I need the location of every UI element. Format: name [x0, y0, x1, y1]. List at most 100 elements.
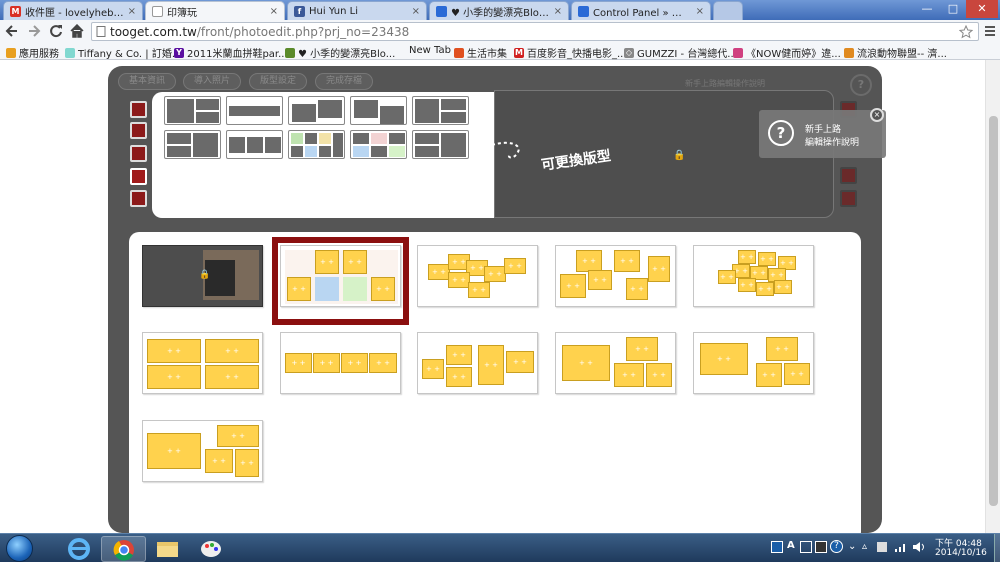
layout-card[interactable] — [417, 332, 538, 394]
tab-close-icon[interactable]: × — [412, 6, 420, 17]
layout-type-grid[interactable] — [130, 168, 147, 185]
layout-type-double[interactable] — [130, 122, 147, 139]
new-tab-button[interactable] — [713, 1, 743, 20]
template-thumb[interactable] — [226, 130, 283, 159]
blog-icon — [578, 5, 589, 17]
template-thumb[interactable] — [288, 130, 345, 159]
bookmark-baidu[interactable]: M 百度影音_快播电影_... — [514, 45, 627, 60]
tab-close-icon[interactable]: × — [128, 6, 136, 17]
tab-active[interactable]: 印簿玩 × — [145, 1, 285, 20]
tooltip-close-icon[interactable]: × — [870, 108, 884, 122]
help-hint-text: 新手上路編輯操作說明 — [685, 79, 765, 88]
template-thumb[interactable] — [350, 96, 407, 125]
layout-card[interactable] — [555, 332, 676, 394]
layout-card[interactable] — [693, 332, 814, 394]
save-complete-button[interactable]: 完成存檔 — [315, 73, 373, 90]
help-question-icon[interactable]: ? — [850, 74, 872, 96]
apps-icon — [6, 47, 16, 58]
explorer-icon[interactable] — [145, 536, 190, 562]
clock-date[interactable]: 2014/10/16 — [935, 548, 987, 558]
basic-info-button[interactable]: 基本資訊 — [118, 73, 176, 90]
start-button[interactable] — [3, 534, 35, 563]
tab-close-icon[interactable]: × — [270, 6, 278, 17]
vertical-scrollbar[interactable] — [985, 60, 1000, 533]
tooltip-subtitle[interactable]: 編輯操作說明 — [805, 135, 859, 148]
minimize-button[interactable]: — — [914, 0, 940, 18]
layout-card[interactable] — [142, 420, 263, 482]
bookmark-gumzzi[interactable]: ◇ GUMZZI - 台灣總代... — [624, 45, 737, 60]
tab-title: Hui Yun Li — [309, 5, 358, 17]
bookmark-animal[interactable]: 流浪動物聯盟-- 濟... — [844, 45, 947, 60]
network-icon[interactable] — [894, 541, 908, 553]
layout-card[interactable] — [555, 245, 676, 307]
tab-facebook[interactable]: f Hui Yun Li × — [287, 1, 427, 20]
layout-type-single[interactable] — [130, 101, 147, 118]
bookmark-market[interactable]: 生活市集 — [454, 45, 507, 60]
forward-arrow-icon[interactable] — [27, 24, 41, 38]
url-host: tooget.com.tw — [110, 24, 197, 39]
help-tooltip: ? 新手上路 編輯操作說明 × — [759, 108, 886, 158]
import-photos-button[interactable]: 導入照片 — [183, 73, 241, 90]
menu-icon[interactable] — [984, 25, 996, 37]
layout-type-triple[interactable] — [130, 145, 147, 162]
layout-settings-button[interactable]: 版型設定 — [249, 73, 307, 90]
page-info-icon[interactable] — [96, 26, 107, 37]
template-thumb[interactable] — [164, 96, 221, 125]
show-desktop-button[interactable] — [994, 534, 1000, 562]
show-hidden-icons[interactable]: ▵ — [862, 541, 867, 552]
volume-icon[interactable] — [912, 541, 926, 553]
tab-blog[interactable]: ♥ 小季的變漂亮Blog ♥ : × — [429, 1, 569, 20]
template-thumb[interactable] — [164, 130, 221, 159]
tab-control-panel[interactable]: Control Panel » 部落格 » × — [571, 1, 711, 20]
address-bar[interactable]: tooget.com.tw/front/photoedit.php?prj_no… — [91, 22, 979, 41]
home-icon[interactable] — [70, 24, 84, 38]
chevron-down-icon[interactable]: ⌄ — [848, 541, 856, 552]
ime-tool-icon[interactable] — [800, 541, 812, 553]
paint-icon[interactable] — [189, 536, 234, 562]
template-thumb[interactable] — [288, 96, 345, 125]
bookmark-apps[interactable]: 應用服務 — [6, 45, 59, 60]
bookmark-tiffany[interactable]: Tiffany & Co. | 訂婚... — [65, 45, 181, 60]
facebook-icon: f — [294, 5, 305, 17]
tab-gmail[interactable]: M 收件匣 - lovelyhebe0327 × — [3, 1, 143, 20]
dashed-arrow-icon — [491, 141, 520, 159]
language-icon[interactable] — [771, 541, 783, 553]
layout-type-multi[interactable] — [130, 190, 147, 207]
layout-card-photo[interactable]: 🔒 — [142, 245, 263, 307]
scrollbar-thumb[interactable] — [989, 116, 998, 506]
flag-icon[interactable] — [877, 542, 887, 552]
ie-icon[interactable] — [57, 536, 102, 562]
layout-card[interactable] — [280, 332, 401, 394]
bookmark-star-icon[interactable] — [959, 25, 973, 39]
help-icon[interactable]: ? — [830, 540, 843, 553]
browser-tab-strip: M 收件匣 - lovelyhebe0327 × 印簿玩 × f Hui Yun… — [0, 0, 1000, 20]
layout-type-multi[interactable] — [840, 190, 857, 207]
bookmark-milan[interactable]: Y 2011米蘭血拼鞋par... — [174, 45, 288, 60]
url-path: /front/photoedit.php?prj_no=23438 — [196, 24, 410, 39]
maximize-button[interactable]: □ — [940, 0, 966, 18]
template-thumb[interactable] — [412, 96, 469, 125]
layout-card[interactable] — [142, 332, 263, 394]
chrome-icon[interactable] — [101, 536, 146, 562]
layout-card[interactable] — [417, 245, 538, 307]
back-arrow-icon[interactable] — [5, 24, 19, 38]
bookmark-new-tab[interactable]: New Tab — [409, 45, 451, 56]
template-thumb[interactable] — [226, 96, 283, 125]
bookmark-now[interactable]: 《NOW健而婷》違... — [733, 45, 841, 60]
windows-taskbar: A ? ⌄ ▵ — [0, 533, 1000, 562]
layout-type-grid[interactable] — [840, 167, 857, 184]
layout-card[interactable] — [693, 245, 814, 307]
tab-close-icon[interactable]: × — [696, 6, 704, 17]
bookmark-blog[interactable]: ♥ 小季的變漂亮Blo... — [285, 45, 395, 60]
market-icon — [454, 47, 464, 58]
reload-icon[interactable] — [49, 24, 63, 38]
tiffany-icon — [65, 47, 75, 58]
keyboard-icon[interactable] — [815, 541, 827, 553]
tab-close-icon[interactable]: × — [554, 6, 562, 17]
ime-mode-icon[interactable]: A — [787, 540, 795, 551]
blog-icon — [436, 5, 447, 17]
template-thumb[interactable] — [412, 130, 469, 159]
close-window-button[interactable]: ✕ — [966, 0, 998, 18]
layout-card-selected[interactable] — [280, 245, 401, 307]
template-thumb[interactable] — [350, 130, 407, 159]
